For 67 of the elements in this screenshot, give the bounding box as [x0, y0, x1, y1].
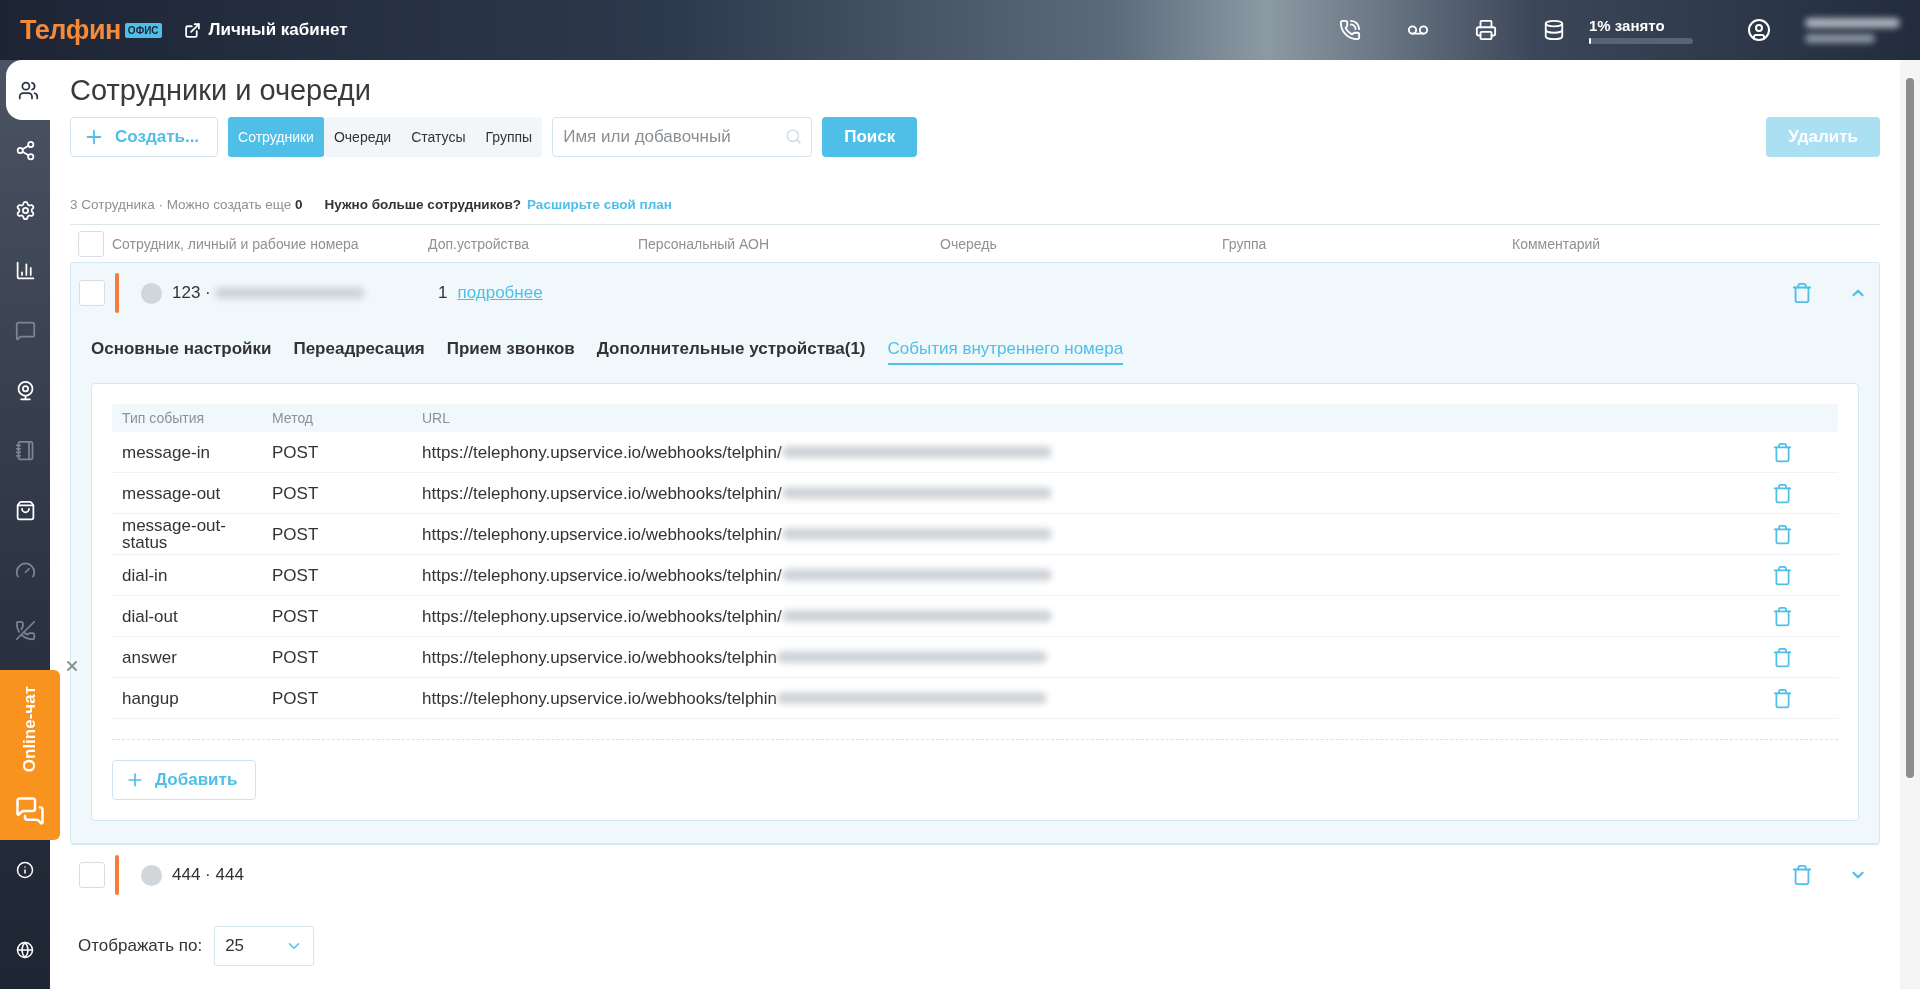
column-header: Комментарий [1512, 235, 1602, 252]
close-icon[interactable] [64, 658, 80, 674]
redacted-text [1805, 33, 1875, 43]
select-all-checkbox[interactable] [78, 230, 104, 257]
column-header: Сотрудник, личный и рабочие номера [112, 235, 360, 252]
table-cell: hangup [112, 678, 262, 719]
external-link-icon [183, 21, 201, 39]
employee-number: 444 · 444 [172, 865, 245, 885]
people-icon[interactable] [6, 60, 50, 120]
scrollbar[interactable] [1900, 60, 1920, 989]
page-title: Сотрудники и очереди [70, 74, 372, 107]
page-size-label: Отображать по: [78, 936, 203, 956]
table-cell: POST [262, 678, 412, 719]
table-cell: https://telephony.upservice.io/webhooks/telphin [422, 689, 778, 707]
column-header: Персональный АОН [638, 235, 771, 252]
page-size-select[interactable]: 25 [214, 926, 315, 966]
table-cell: POST [262, 596, 412, 637]
table-cell: https://telephony.upservice.io/webhooks/telphin/ [422, 443, 782, 461]
employee-number: 123 · [172, 283, 428, 303]
printer-icon[interactable] [1475, 19, 1497, 41]
column-header: Группа [1222, 235, 1268, 252]
table-cell: https://telephony.upservice.io/webhooks/telphin/ [422, 607, 782, 625]
column-header: Метод [271, 410, 315, 426]
chat-bubbles-icon [15, 796, 45, 826]
tab[interactable]: Основные настройки [91, 335, 272, 365]
avatar [141, 282, 162, 304]
column-header: Очередь [940, 235, 998, 252]
search-field[interactable]: Имя или добавочный [552, 117, 813, 157]
table-cell: https://telephony.upservice.io/webhooks/telphin/ [422, 484, 782, 502]
table-cell: POST [262, 432, 412, 473]
table-cell: POST [262, 637, 412, 678]
table-cell: POST [262, 555, 412, 596]
table-cell: message-out-status [112, 514, 262, 555]
table-cell: message-in [112, 432, 262, 473]
table-cell: https://telephony.upservice.io/webhooks/telphin/ [422, 566, 782, 584]
device-count: 1 [438, 283, 448, 303]
view-tab[interactable]: Группы [475, 117, 543, 157]
column-header: Тип события [121, 410, 206, 426]
table-cell: dial-in [112, 555, 262, 596]
phone-icon[interactable] [1339, 19, 1361, 41]
table-cell: https://telephony.upservice.io/webhooks/telphin [422, 648, 778, 666]
storage-label: 1% занято [1589, 16, 1666, 34]
table-cell: answer [112, 637, 262, 678]
user-icon[interactable] [1747, 18, 1771, 42]
tab[interactable]: Переадресация [293, 335, 425, 365]
database-icon[interactable] [1543, 19, 1565, 41]
view-tab[interactable]: Очереди [323, 117, 402, 157]
tab[interactable]: Дополнительные устройства(1) [596, 335, 866, 365]
table-cell: https://telephony.upservice.io/webhooks/telphin/ [422, 525, 782, 543]
column-header: Доп.устройства [428, 235, 531, 252]
status-stripe [115, 273, 119, 313]
logo-badge: ОФИС [124, 22, 162, 38]
table-cell: message-out [112, 473, 262, 514]
table-cell: POST [262, 514, 412, 555]
status-stripe [115, 855, 119, 895]
upsell-text: Нужно больше сотрудников? [324, 197, 522, 212]
checkbox[interactable] [79, 280, 105, 306]
cabinet-link[interactable]: Личный кабинет [183, 20, 348, 40]
table-cell: POST [262, 473, 412, 514]
employee-count: 3 Сотрудника · Можно создать еще 0 [70, 197, 303, 212]
avatar [141, 864, 162, 886]
view-tab[interactable]: Статусы [401, 117, 476, 157]
logo: Телфин [20, 14, 121, 46]
tab[interactable]: Прием звонков [446, 335, 575, 365]
table-cell: dial-out [112, 596, 262, 637]
column-header: URL [421, 410, 451, 426]
checkbox[interactable] [79, 862, 105, 888]
